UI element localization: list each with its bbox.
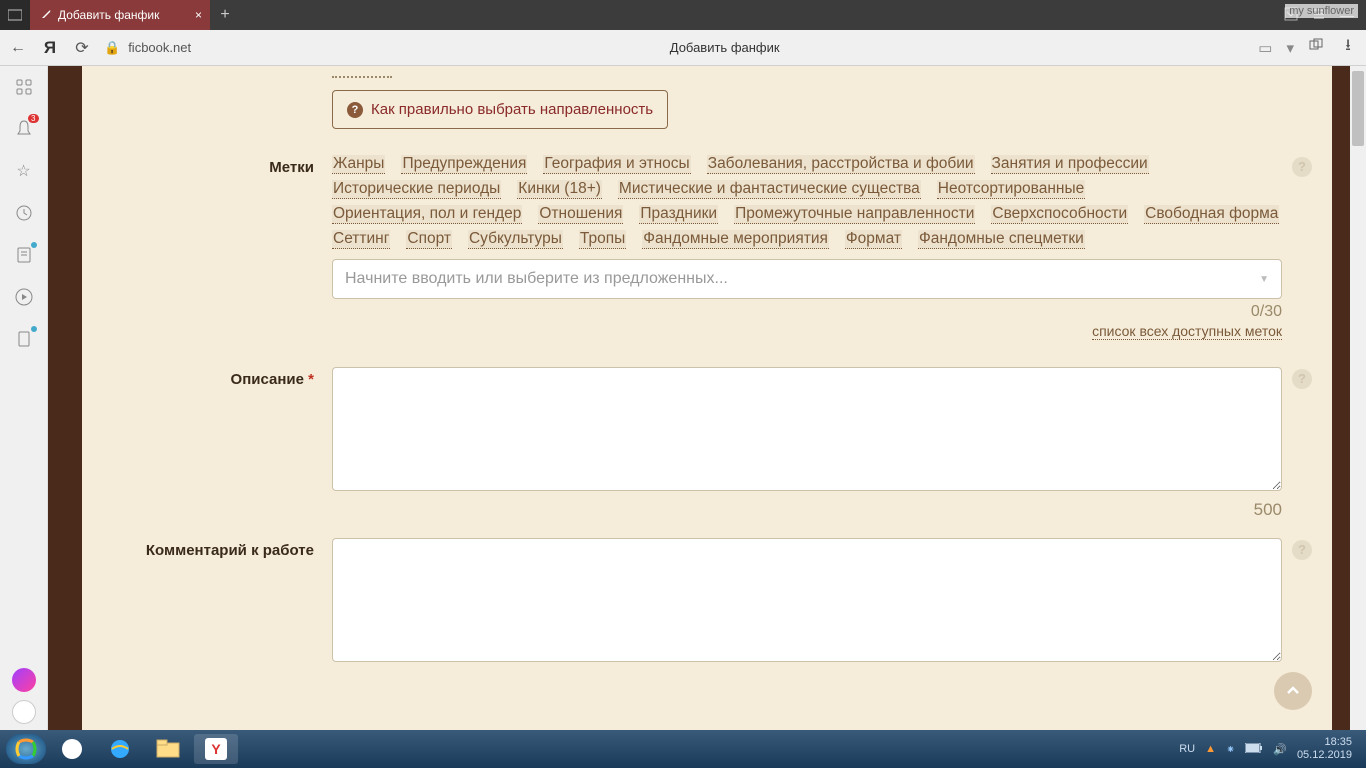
tray-clock[interactable]: 18:35 05.12.2019 (1297, 736, 1352, 762)
tray-volume-icon[interactable]: 🔊 (1273, 743, 1287, 756)
tray-lang[interactable]: RU (1179, 743, 1195, 755)
reload-button[interactable]: ⟳ (72, 38, 92, 58)
devices-icon[interactable] (13, 328, 35, 350)
alice-assistant-icon[interactable] (12, 668, 36, 692)
direction-hint-box[interactable]: ? Как правильно выбрать направленность (332, 90, 668, 129)
tag-category-link[interactable]: Мистические и фантастические существа (618, 180, 921, 199)
url-field[interactable]: 🔒 ficbook.net Добавить фанфик ▭ ▾ (104, 39, 1294, 57)
tag-category-link[interactable]: География и этносы (543, 155, 690, 174)
description-label: Описание * (132, 367, 332, 520)
tag-category-link[interactable]: Жанры (332, 155, 385, 174)
description-textarea[interactable] (332, 367, 1282, 491)
new-tab-button[interactable]: + (210, 0, 240, 30)
all-tags-link[interactable]: список всех доступных меток (1092, 323, 1282, 340)
chevron-down-icon: ▼ (1259, 274, 1269, 285)
tag-category-link[interactable]: Неотсортированные (937, 180, 1085, 199)
favorites-star-icon[interactable]: ☆ (13, 160, 35, 182)
tag-category-link[interactable]: Субкультуры (468, 230, 563, 249)
tag-category-link[interactable]: Фандомные мероприятия (642, 230, 829, 249)
comment-icon[interactable]: ▭ (1258, 39, 1272, 57)
taskbar-browser-icon[interactable]: Y (194, 734, 238, 764)
tag-category-link[interactable]: Промежуточные направленности (734, 205, 975, 224)
tag-category-link[interactable]: Фандомные спецметки (918, 230, 1085, 249)
system-tray: RU ▲ ⁕ 🔊 18:35 05.12.2019 (1179, 736, 1360, 762)
tray-battery-icon[interactable] (1245, 743, 1263, 756)
tag-category-link[interactable]: Предупреждения (401, 155, 527, 174)
tags-placeholder: Начните вводить или выберите из предложе… (345, 270, 728, 288)
page-content: ? Как правильно выбрать направленность М… (82, 66, 1332, 730)
tags-label: Метки (132, 155, 332, 341)
direction-hint-text: Как правильно выбрать направленность (371, 101, 653, 118)
tag-category-link[interactable]: Праздники (639, 205, 718, 224)
page-title-addr: Добавить фанфик (670, 40, 780, 55)
tag-category-link[interactable]: Кинки (18+) (517, 180, 602, 199)
app-menu-icon[interactable] (0, 0, 30, 30)
question-circle-icon: ? (347, 102, 363, 118)
tag-category-link[interactable]: Отношения (538, 205, 623, 224)
media-play-icon[interactable] (13, 286, 35, 308)
comment-label: Комментарий к работе (132, 538, 332, 667)
tag-category-link[interactable]: Формат (845, 230, 902, 249)
tag-category-link[interactable]: Занятия и профессии (991, 155, 1149, 174)
profile-avatar-icon[interactable] (12, 700, 36, 724)
tag-category-list: Жанры Предупреждения География и этносы Заб… (332, 155, 1282, 249)
tab-close-icon[interactable]: × (195, 8, 202, 22)
browser-tab-active[interactable]: Добавить фанфик × (30, 0, 210, 30)
tag-category-link[interactable]: Заболевания, расстройства и фобии (707, 155, 975, 174)
page-scrollbar[interactable] (1350, 66, 1366, 730)
tag-category-link[interactable]: Ориентация, пол и гендер (332, 205, 522, 224)
tray-flag-icon[interactable]: ▲ (1205, 743, 1216, 755)
page-viewport: ? Как правильно выбрать направленность М… (48, 66, 1366, 730)
apps-grid-icon[interactable] (13, 76, 35, 98)
history-clock-icon[interactable] (13, 202, 35, 224)
browser-sidebar: 3 ☆ (0, 66, 48, 730)
back-button[interactable]: ← (8, 39, 28, 57)
tag-category-link[interactable]: Тропы (579, 230, 626, 249)
taskbar-explorer-icon[interactable] (146, 734, 190, 764)
help-icon[interactable]: ? (1292, 540, 1312, 560)
extension-icon[interactable] (1306, 37, 1326, 58)
lock-icon: 🔒 (104, 40, 120, 56)
tag-category-link[interactable]: Исторические периоды (332, 180, 501, 199)
taskbar-yandex-icon[interactable] (50, 734, 94, 764)
tags-select-input[interactable]: Начните вводить или выберите из предложе… (332, 259, 1282, 299)
windows-taskbar: Y RU ▲ ⁕ 🔊 18:35 05.12.2019 (0, 730, 1366, 768)
description-char-limit: 500 (332, 500, 1282, 520)
notes-icon[interactable] (13, 244, 35, 266)
tag-category-link[interactable]: Свободная форма (1144, 205, 1279, 224)
download-icon[interactable]: ⭳ (1338, 34, 1358, 61)
tag-category-link[interactable]: Спорт (406, 230, 452, 249)
help-icon[interactable]: ? (1292, 369, 1312, 389)
tags-counter: 0/30 (332, 303, 1282, 321)
watermark-label: my sunflower (1285, 4, 1358, 18)
tag-category-link[interactable]: Сверхспособности (991, 205, 1128, 224)
notification-badge: 3 (28, 114, 38, 123)
sidebar-bottom (0, 668, 48, 730)
comment-textarea[interactable] (332, 538, 1282, 662)
help-icon[interactable]: ? (1292, 157, 1312, 177)
notifications-icon[interactable]: 3 (13, 118, 35, 140)
bookmark-flag-icon[interactable]: ▾ (1286, 39, 1294, 57)
tray-bluetooth-icon[interactable]: ⁕ (1226, 743, 1235, 756)
scroll-to-top-button[interactable] (1274, 672, 1312, 710)
address-bar: ← Я ⟳ 🔒 ficbook.net Добавить фанфик ▭ ▾ … (0, 30, 1366, 66)
feather-icon (40, 8, 52, 23)
scrollbar-thumb[interactable] (1352, 71, 1364, 146)
browser-titlebar: Добавить фанфик × + — (0, 0, 1366, 30)
start-button[interactable] (6, 734, 46, 764)
yandex-home-icon[interactable]: Я (40, 38, 60, 58)
taskbar-ie-icon[interactable] (98, 734, 142, 764)
tag-category-link[interactable]: Сеттинг (332, 230, 390, 249)
tab-title: Добавить фанфик (58, 8, 159, 22)
url-domain: ficbook.net (128, 40, 191, 55)
